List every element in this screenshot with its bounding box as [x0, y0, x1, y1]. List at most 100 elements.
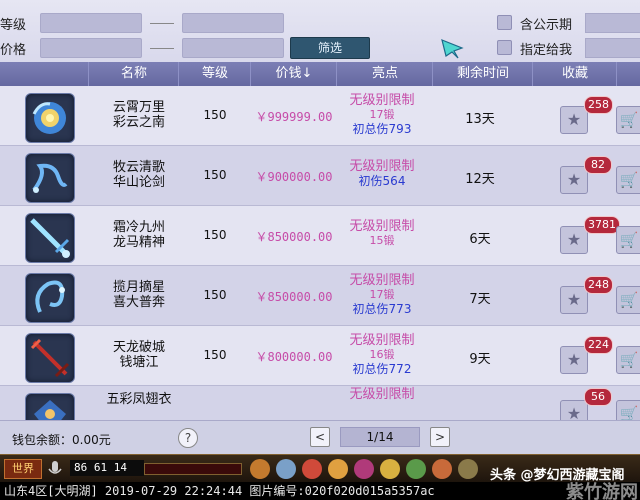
- item-price: ￥900000.00: [255, 170, 333, 184]
- world-channel-button[interactable]: 世界: [4, 459, 42, 479]
- range-dash: [150, 23, 174, 24]
- watermark-logo: 紫竹游网: [566, 482, 638, 500]
- item-level: 150: [203, 288, 227, 302]
- favorite-star-icon[interactable]: ★: [560, 346, 588, 374]
- assign-to-me-checkbox[interactable]: [497, 40, 512, 55]
- table-row[interactable]: 五彩凤翅衣 无级别限制 ★ 56 🛒: [0, 386, 640, 420]
- favorite-count-badge: 258: [584, 96, 613, 114]
- item-remaining-time: 9天: [469, 352, 491, 367]
- filter-button[interactable]: 筛选: [290, 37, 370, 59]
- item-level: 150: [203, 228, 227, 242]
- right-filter-input[interactable]: [585, 38, 640, 58]
- table-row[interactable]: 霜冷九州 龙马精神 150 ￥850000.00 无级别限制 15锻 6天 ★ 37…: [0, 206, 640, 266]
- friends-icon[interactable]: [432, 459, 452, 479]
- price-max-input[interactable]: [182, 38, 284, 58]
- character-avatar-icon[interactable]: [250, 459, 270, 479]
- quest-icon[interactable]: [380, 459, 400, 479]
- item-highlight: 无级别限制: [349, 387, 415, 402]
- item-price: ￥850000.00: [255, 230, 333, 244]
- item-highlight: 无级别限制 15锻: [349, 219, 415, 248]
- item-highlight: 无级别限制 17锻 初总伤793: [349, 93, 415, 137]
- guild-icon[interactable]: [406, 459, 426, 479]
- pet-icon[interactable]: [328, 459, 348, 479]
- next-page-button[interactable]: >: [430, 427, 450, 447]
- red-spear-icon[interactable]: [25, 333, 75, 383]
- item-list[interactable]: 云霄万里 彩云之南 150 ￥999999.00 无级别限制 17锻 初总伤793 1…: [0, 86, 640, 420]
- blue-ring-icon[interactable]: [25, 273, 75, 323]
- col-favorite: 收藏: [532, 62, 617, 86]
- ice-sword-icon[interactable]: [25, 213, 75, 263]
- status-line: 山东4区[大明湖] 2019-07-29 22:24:44 图片编号:020f0…: [0, 482, 640, 500]
- cart-icon[interactable]: 🛒: [616, 346, 640, 374]
- item-price: ￥800000.00: [255, 350, 333, 364]
- cart-icon[interactable]: 🛒: [616, 166, 640, 194]
- team-icon[interactable]: [354, 459, 374, 479]
- favorite-count-badge: 248: [584, 276, 613, 294]
- item-highlight: 无级别限制 17锻 初总伤773: [349, 273, 415, 317]
- blue-whip-icon[interactable]: [25, 153, 75, 203]
- level-filter-label: 等级: [0, 18, 27, 33]
- status-bar: [144, 463, 242, 475]
- favorite-count-badge: 224: [584, 336, 613, 354]
- range-dash: [150, 48, 174, 49]
- blue-wing-amulet-icon[interactable]: [25, 93, 75, 143]
- cart-icon[interactable]: 🛒: [616, 286, 640, 314]
- assign-to-me-label: 指定给我: [520, 43, 573, 58]
- item-name: 云霄万里 彩云之南: [112, 100, 165, 130]
- item-level: 150: [203, 168, 227, 182]
- page-indicator: 1/14: [340, 427, 420, 447]
- col-name: 名称: [88, 62, 179, 86]
- price-min-input[interactable]: [40, 38, 142, 58]
- favorite-star-icon[interactable]: ★: [560, 106, 588, 134]
- table-row[interactable]: 揽月摘星 喜大普奔 150 ￥850000.00 无级别限制 17锻 初总伤773 7…: [0, 266, 640, 326]
- item-name: 揽月摘星 喜大普奔: [112, 280, 165, 310]
- favorite-count-badge: 3781: [584, 216, 620, 234]
- col-extra: [616, 62, 640, 86]
- level-max-input[interactable]: [182, 13, 284, 33]
- item-name: 天龙破城 钱塘江: [112, 340, 165, 370]
- help-icon[interactable]: ?: [178, 428, 198, 448]
- item-bag-icon[interactable]: [302, 459, 322, 479]
- public-period-checkbox[interactable]: [497, 15, 512, 30]
- system-icon[interactable]: [458, 459, 478, 479]
- skill-icon[interactable]: [276, 459, 296, 479]
- table-row[interactable]: 天龙破城 钱塘江 150 ￥800000.00 无级别限制 16锻 初总伤772 9天…: [0, 326, 640, 386]
- cart-icon[interactable]: 🛒: [616, 106, 640, 134]
- cart-icon[interactable]: 🛒: [616, 226, 640, 254]
- microphone-icon[interactable]: [46, 459, 64, 479]
- item-level: 150: [203, 108, 227, 122]
- item-name: 五彩凤翅衣: [106, 392, 172, 407]
- item-remaining-time: 7天: [469, 292, 491, 307]
- col-highlight: 亮点: [336, 62, 433, 86]
- item-remaining-time: 13天: [465, 112, 495, 127]
- col-price-sort[interactable]: 价钱↓: [250, 62, 337, 86]
- col-level[interactable]: 等级: [178, 62, 251, 86]
- filter-panel: 等级 价格 筛选 含公示期 指定给我: [0, 0, 640, 62]
- item-price: ￥850000.00: [255, 290, 333, 304]
- favorite-star-icon[interactable]: ★: [560, 166, 588, 194]
- item-name: 霜冷九州 龙马精神: [112, 220, 165, 250]
- wallet-balance: 钱包余额：0.00元: [12, 433, 111, 447]
- coordinate-display: 86 61 14: [70, 460, 144, 476]
- favorite-count-badge: 56: [584, 388, 612, 406]
- level-min-input[interactable]: [40, 13, 142, 33]
- item-highlight: 无级别限制 16锻 初总伤772: [349, 333, 415, 377]
- phoenix-armor-icon[interactable]: [25, 393, 75, 420]
- table-row[interactable]: 云霄万里 彩云之南 150 ￥999999.00 无级别限制 17锻 初总伤793 1…: [0, 86, 640, 146]
- favorite-star-icon[interactable]: ★: [560, 286, 588, 314]
- prev-page-button[interactable]: <: [310, 427, 330, 447]
- col-remaining-time[interactable]: 剩余时间: [432, 62, 533, 86]
- public-period-label: 含公示期: [520, 18, 573, 33]
- price-filter-label: 价格: [0, 43, 27, 58]
- right-filter-input[interactable]: [585, 13, 640, 33]
- trading-window: 等级 价格 筛选 含公示期 指定给我 名称 等级 价钱↓ 亮点 剩余时间 收藏: [0, 0, 640, 500]
- favorite-star-icon[interactable]: ★: [560, 226, 588, 254]
- item-price: ￥999999.00: [255, 110, 333, 124]
- crystal-cursor-icon: [441, 39, 464, 59]
- item-highlight: 无级别限制 初伤564: [349, 159, 415, 189]
- favorite-star-icon[interactable]: ★: [560, 400, 588, 420]
- table-header: 名称 等级 价钱↓ 亮点 剩余时间 收藏: [0, 62, 640, 86]
- item-level: 150: [203, 348, 227, 362]
- table-row[interactable]: 牧云清歌 华山论剑 150 ￥900000.00 无级别限制 初伤564 12天 ★…: [0, 146, 640, 206]
- cart-icon[interactable]: 🛒: [616, 400, 640, 420]
